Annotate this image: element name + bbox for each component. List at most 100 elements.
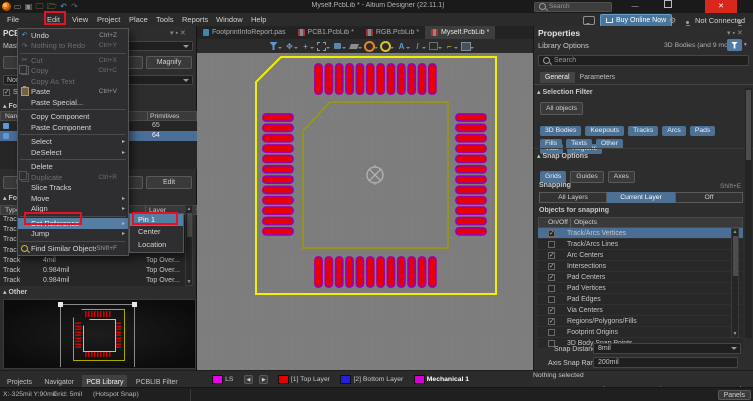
tab-myself-pcblib[interactable]: Myself.PcbLib * <box>425 26 495 39</box>
properties-search-input[interactable]: Search <box>538 55 749 66</box>
filter-arcs[interactable]: Arcs <box>662 126 686 136</box>
submenu-item-location[interactable]: Location <box>130 239 183 252</box>
move-icon[interactable]: ✥ <box>284 41 295 52</box>
tab-parameters[interactable]: Parameters <box>575 72 621 83</box>
menu-project[interactable]: Project <box>93 13 124 27</box>
snap-row-track-arcs-vertices[interactable]: ✓Track/Arcs Vertices <box>538 228 743 239</box>
panels-button[interactable]: Panels <box>718 390 751 400</box>
snap-row-pad-centers[interactable]: ✓Pad Centers <box>538 272 743 283</box>
menu-item-undo[interactable]: ↶UndoCtrl+Z <box>18 30 128 41</box>
tab-pcb1-pcblib[interactable]: PCB1.PcbLib * <box>292 26 360 39</box>
filter-fills[interactable]: Fills <box>540 139 562 149</box>
grids-button[interactable]: Grids <box>540 171 566 183</box>
room-icon[interactable] <box>460 41 471 52</box>
layer-top-layer[interactable]: [1] Top Layer <box>278 372 330 388</box>
snap-row-intersections[interactable]: ✓Intersections <box>538 261 743 272</box>
checkbox-icon[interactable]: ✓ <box>548 263 555 270</box>
all-objects-button[interactable]: All objects <box>540 102 583 115</box>
guides-button[interactable]: Guides <box>570 171 604 183</box>
tab-rgb-pcblib[interactable]: RGB.PcbLib * <box>360 26 425 39</box>
comment-icon[interactable] <box>583 16 595 25</box>
menu-window[interactable]: Window <box>212 13 247 27</box>
selection-handle[interactable] <box>132 302 137 307</box>
heal-icon[interactable] <box>348 41 359 52</box>
menu-item-delete[interactable]: Delete <box>18 162 128 173</box>
menu-item-paste-special[interactable]: Paste Special... <box>18 97 128 108</box>
checkbox-icon[interactable] <box>548 329 555 336</box>
checkbox-icon[interactable]: ✓ <box>548 230 555 237</box>
submenu-item-center[interactable]: Center <box>130 226 183 239</box>
axes-button[interactable]: Axes <box>608 171 635 183</box>
filter-tracks[interactable]: Tracks <box>628 126 658 136</box>
snap-crosshair-icon[interactable]: + <box>300 41 311 52</box>
selection-handle[interactable] <box>58 302 63 307</box>
primitives-scrollbar[interactable]: ▲ ▼ <box>185 205 193 286</box>
checkbox-icon[interactable]: ✓ <box>548 318 555 325</box>
edit-button[interactable]: Edit <box>146 176 192 189</box>
checkbox-icon[interactable]: ✓ <box>548 252 555 259</box>
filter-button[interactable] <box>727 39 742 51</box>
current-layer-segment[interactable]: Current Layer <box>607 192 675 203</box>
menu-item-paste-component[interactable]: Paste Component <box>18 122 128 133</box>
snap-row-track-arcs-lines[interactable]: Track/Arcs Lines <box>538 239 743 250</box>
menu-item-align[interactable]: Align▸ <box>18 204 128 215</box>
home-icon[interactable]: ⌂ <box>658 16 663 25</box>
place-pad-icon[interactable] <box>364 41 375 52</box>
menu-item-jump[interactable]: Jump▸ <box>18 229 128 240</box>
off-segment[interactable]: Off <box>675 192 743 203</box>
undo-quick-icon[interactable]: ↶ <box>59 2 68 11</box>
select-region-icon[interactable] <box>316 41 327 52</box>
checkbox-icon[interactable] <box>548 296 555 303</box>
close-button[interactable]: ✕ <box>705 0 737 13</box>
primitive-row[interactable]: Track0.984milTop Over... <box>0 266 185 276</box>
menu-item-find-similar-objects[interactable]: Find Similar ObjectsShift+F <box>18 243 128 254</box>
save-icon[interactable]: ▭ <box>13 2 22 11</box>
open-project-icon[interactable]: 🗁 <box>47 2 56 11</box>
axis-snap-range-input[interactable]: 200mil <box>593 357 738 368</box>
menu-item-set-reference[interactable]: Set Reference▸ <box>18 218 128 229</box>
checkbox-icon[interactable] <box>548 285 555 292</box>
place-line-icon[interactable]: / <box>412 41 423 52</box>
save-all-icon[interactable]: ▣ <box>24 2 33 11</box>
objects-table-scrollbar[interactable]: ▲ ▼ <box>731 228 739 338</box>
layer-bottom-layer[interactable]: [2] Bottom Layer <box>340 372 403 388</box>
minimize-button[interactable]: — <box>622 0 648 13</box>
place-component-icon[interactable] <box>332 41 343 52</box>
checkbox-icon[interactable] <box>548 241 555 248</box>
layer-scroll-right[interactable]: ▶ <box>259 375 268 384</box>
redo-quick-icon[interactable]: ↷ <box>70 2 79 11</box>
snap-row-pad-vertices[interactable]: Pad Vertices <box>538 283 743 294</box>
primitive-row[interactable]: Track4milTop Over... <box>0 256 185 266</box>
submenu-item-pin-1[interactable]: Pin 1 <box>130 214 183 227</box>
snap-row-arc-centers[interactable]: ✓Arc Centers <box>538 250 743 261</box>
snap-row-pad-edges[interactable]: Pad Edges <box>538 294 743 305</box>
snap-row-via-centers[interactable]: ✓Via Centers <box>538 305 743 316</box>
place-string-icon[interactable]: A <box>396 41 407 52</box>
place-via-icon[interactable] <box>380 41 391 52</box>
filter-dropdown-icon[interactable]: ▾ <box>744 42 747 48</box>
snap-row-footprint-origins[interactable]: Footprint Origins <box>538 327 743 338</box>
pcb-editor-canvas[interactable] <box>197 53 533 370</box>
menu-reports[interactable]: Reports <box>178 13 212 27</box>
settings-gear-icon[interactable]: ⚙ <box>669 16 676 25</box>
menu-item-move[interactable]: Move▸ <box>18 193 128 204</box>
menu-edit[interactable]: Edit <box>43 13 64 27</box>
selection-filter-section[interactable]: ▴ Selection Filter <box>537 88 593 96</box>
selection-filter-icon[interactable] <box>268 41 279 52</box>
tab-footprintinforeport[interactable]: FootprintInfoReport.pas <box>197 26 292 39</box>
global-search-input[interactable]: Search <box>534 2 612 12</box>
snap-options-section[interactable]: ▴ Snap Options <box>537 152 588 160</box>
tab-general[interactable]: General <box>540 72 575 83</box>
menu-file[interactable]: File <box>3 13 23 27</box>
checkbox-icon[interactable]: ✓ <box>548 274 555 281</box>
all-layers-segment[interactable]: All Layers <box>539 192 607 203</box>
filter-pads[interactable]: Pads <box>690 126 716 136</box>
magnify-button[interactable]: Magnify <box>146 56 192 69</box>
open-folder-icon[interactable]: 🗀 <box>35 2 44 11</box>
menu-item-copy-component[interactable]: Copy Component <box>18 112 128 123</box>
snap-distance-dropdown[interactable]: 8mil <box>593 343 741 354</box>
menu-place[interactable]: Place <box>125 13 152 27</box>
menu-item-select[interactable]: Select▸ <box>18 137 128 148</box>
panel-menu-icon[interactable]: ▾ ▪ ✕ <box>170 29 186 37</box>
filter-other[interactable]: Other <box>596 139 623 149</box>
